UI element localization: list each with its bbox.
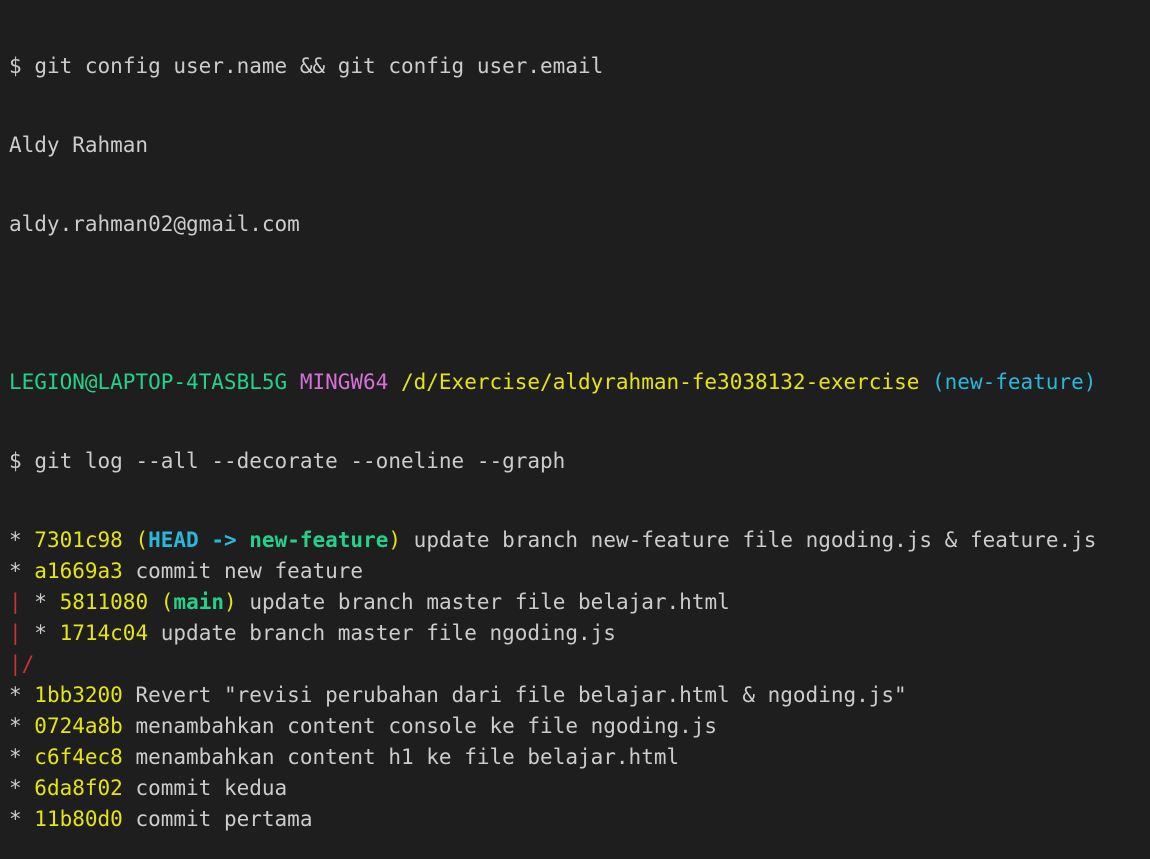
graph-commit-marker: * — [9, 683, 35, 707]
graph-commit-marker: * — [21, 621, 60, 645]
commit-message: update branch new-feature file ngoding.j… — [413, 528, 1097, 552]
branch-ref: main — [173, 590, 224, 614]
commit-hash: 1714c04 — [59, 621, 149, 645]
commit-hash: 6da8f02 — [34, 776, 123, 800]
shell-status-line: LEGION@LAPTOP-4TASBL5G MINGW64 /d/Exerci… — [9, 367, 1150, 398]
user-host: LEGION@LAPTOP-4TASBL5G — [9, 370, 288, 394]
log-entry: * 0724a8b menambahkan content console ke… — [9, 711, 1150, 742]
commit-hash: 0724a8b — [34, 714, 123, 738]
log-entry: * a1669a3 commit new feature — [9, 556, 1150, 587]
commit-message: menambahkan content h1 ke file belajar.h… — [135, 745, 680, 769]
graph-commit-marker: * — [21, 590, 60, 614]
log-entry: * 7301c98 (HEAD -> new-feature) update b… — [9, 525, 1150, 556]
log-entry: | * 1714c04 update branch master file ng… — [9, 618, 1150, 649]
commit-hash: 1bb3200 — [34, 683, 123, 707]
graph-connector-line: |/ — [9, 649, 1150, 680]
head-pointer: HEAD -> — [148, 528, 250, 552]
command-text: git config user.name && git config user.… — [34, 54, 604, 78]
commit-hash: a1669a3 — [34, 559, 123, 583]
terminal-window[interactable]: $ git config user.name && git config use… — [0, 0, 1150, 831]
graph-merge-line: |/ — [9, 652, 35, 676]
ref-paren-close: ) — [388, 528, 402, 552]
commit-message: commit pertama — [135, 807, 313, 831]
commit-hash: 11b80d0 — [34, 807, 123, 831]
graph-branch-line: | — [9, 590, 22, 614]
command-text: git log --all --decorate --oneline --gra… — [34, 449, 566, 473]
output-user-name: Aldy Rahman — [9, 133, 149, 157]
command-line-2: $ git log --all --decorate --oneline --g… — [9, 446, 1150, 477]
log-entry: * 6da8f02 commit kedua — [9, 773, 1150, 804]
graph-commit-marker: * — [9, 807, 35, 831]
graph-commit-marker: * — [9, 745, 35, 769]
system-name: MINGW64 — [299, 370, 389, 394]
output-user-email: aldy.rahman02@gmail.com — [9, 212, 300, 236]
ref-paren-close: ) — [224, 590, 237, 614]
graph-commit-marker: * — [9, 528, 35, 552]
commit-hash: 5811080 — [59, 590, 149, 614]
graph-commit-marker: * — [9, 559, 35, 583]
prompt-symbol: $ — [9, 54, 22, 78]
log-entry: * 11b80d0 commit pertama — [9, 804, 1150, 835]
commit-message: update branch master file belajar.html — [249, 590, 730, 614]
ref-paren-open: ( — [135, 528, 149, 552]
ref-paren-open: ( — [160, 590, 174, 614]
commit-hash: c6f4ec8 — [34, 745, 123, 769]
commit-hash: 7301c98 — [34, 528, 123, 552]
log-entry: | * 5811080 (main) update branch master … — [9, 587, 1150, 618]
command-line-1: $ git config user.name && git config use… — [9, 51, 1150, 82]
commit-message: commit new feature — [135, 559, 364, 583]
log-entry: * 1bb3200 Revert "revisi perubahan dari … — [9, 680, 1150, 711]
commit-message: Revert "revisi perubahan dari file belaj… — [135, 683, 907, 707]
graph-branch-line: | — [9, 621, 22, 645]
log-entry: * c6f4ec8 menambahkan content h1 ke file… — [9, 742, 1150, 773]
commit-message: menambahkan content console ke file ngod… — [135, 714, 718, 738]
branch-ref: new-feature — [249, 528, 389, 552]
commit-message: commit kedua — [135, 776, 288, 800]
graph-commit-marker: * — [9, 776, 35, 800]
working-directory: /d/Exercise/aldyrahman-fe3038132-exercis… — [400, 370, 920, 394]
git-log-output: * 7301c98 (HEAD -> new-feature) update b… — [9, 525, 1150, 835]
graph-commit-marker: * — [9, 714, 35, 738]
commit-message: update branch master file ngoding.js — [160, 621, 616, 645]
current-branch: (new-feature) — [932, 370, 1097, 394]
prompt-symbol: $ — [9, 449, 22, 473]
